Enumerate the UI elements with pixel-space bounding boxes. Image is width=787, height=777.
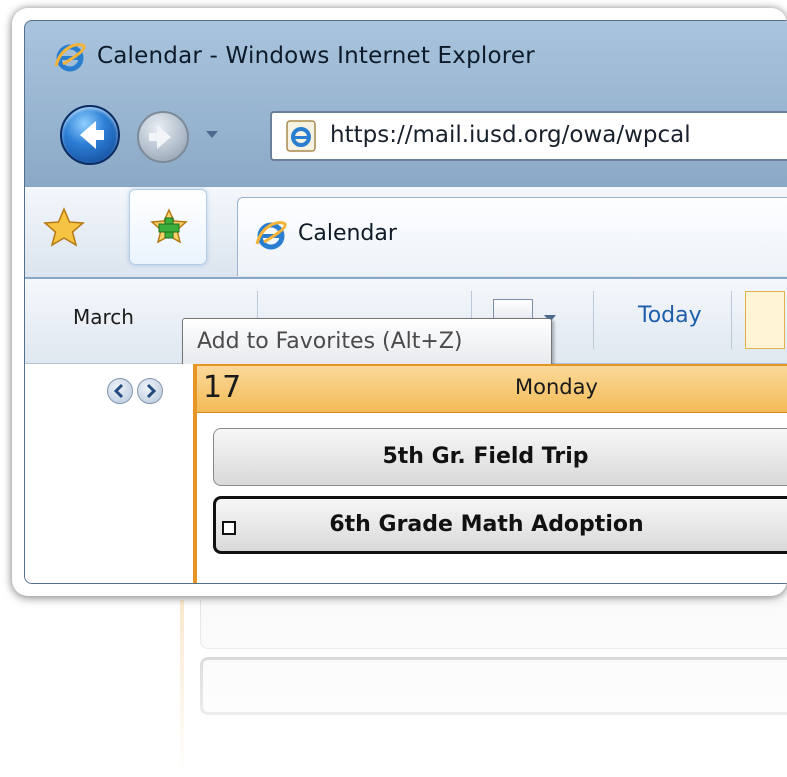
next-day-button[interactable] xyxy=(137,378,163,404)
day-column: 17 Monday 5th Gr. Field Trip 6th Grade M… xyxy=(193,364,787,583)
calendar-toolbar: March Today Add to Favorites (Alt+Z) xyxy=(25,279,787,370)
add-to-favorites-button[interactable] xyxy=(129,189,207,265)
calendar-event-selected[interactable]: 6th Grade Math Adoption xyxy=(213,496,787,554)
forward-arrow-icon xyxy=(149,125,171,149)
framed-screenshot: Calendar - Windows Internet Explorer htt… xyxy=(12,8,787,596)
event-title: 6th Grade Math Adoption xyxy=(329,512,644,537)
window-title: Calendar - Windows Internet Explorer xyxy=(97,43,535,69)
calendar-sidebar xyxy=(25,364,193,583)
screenshot-stage: Calendar - Windows Internet Explorer htt… xyxy=(0,0,787,777)
add-favorite-star-icon xyxy=(150,208,188,244)
today-link[interactable]: Today xyxy=(638,303,702,328)
address-url: https://mail.iusd.org/owa/wpcal xyxy=(330,122,691,148)
calendar-view-button[interactable] xyxy=(745,291,785,349)
forward-button[interactable] xyxy=(137,111,189,163)
tab-row: Calendar xyxy=(25,186,787,277)
chevron-right-icon xyxy=(146,383,157,399)
navigation-bar: https://mail.iusd.org/owa/wpcal xyxy=(25,101,787,171)
previous-day-button[interactable] xyxy=(107,378,133,404)
tab-calendar[interactable]: Calendar xyxy=(237,197,787,276)
title-bar: Calendar - Windows Internet Explorer xyxy=(25,21,787,91)
page-content: March Today Add to Favorites (Alt+Z) 17 … xyxy=(25,279,787,583)
recent-pages-dropdown-icon[interactable] xyxy=(197,119,227,149)
reflection-content xyxy=(12,600,787,777)
reflection-day-column xyxy=(180,600,787,777)
reflection-event xyxy=(200,600,787,649)
page-ie-icon xyxy=(286,120,316,152)
chevron-left-icon xyxy=(113,383,124,399)
ie-icon xyxy=(54,43,86,72)
tab-label: Calendar xyxy=(298,221,397,246)
month-label: March xyxy=(73,305,134,329)
reflection-event xyxy=(200,657,787,715)
calendar-event[interactable]: 5th Gr. Field Trip xyxy=(213,428,787,486)
day-name: Monday xyxy=(515,375,598,399)
add-to-favorites-tooltip: Add to Favorites (Alt+Z) xyxy=(182,318,552,370)
toolbar-separator xyxy=(731,291,732,349)
back-arrow-icon xyxy=(80,121,104,149)
address-bar[interactable]: https://mail.iusd.org/owa/wpcal xyxy=(270,111,787,161)
back-button[interactable] xyxy=(60,105,120,165)
browser-window: Calendar - Windows Internet Explorer htt… xyxy=(24,20,787,584)
favorites-star-icon[interactable] xyxy=(39,203,89,253)
day-header[interactable]: 17 Monday xyxy=(197,364,787,413)
ie-icon xyxy=(255,221,287,250)
day-number: 17 xyxy=(203,370,242,405)
event-resize-handle[interactable] xyxy=(222,521,236,535)
screenshot-reflection xyxy=(12,600,787,777)
toolbar-separator xyxy=(593,291,594,349)
